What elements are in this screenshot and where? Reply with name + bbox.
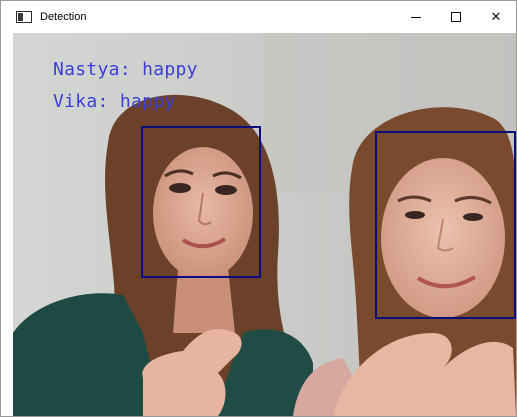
detection-window: Detection ✕ Nastya: happy Vika: happy: [0, 0, 517, 417]
face-bounding-box-right: [375, 131, 516, 319]
face-label-vika: Vika: happy: [53, 91, 176, 112]
close-button[interactable]: ✕: [476, 1, 516, 33]
title-bar[interactable]: Detection ✕: [1, 1, 516, 33]
minimize-icon: [411, 16, 421, 18]
app-window-icon: [16, 11, 32, 23]
camera-frame: Nastya: happy Vika: happy: [13, 33, 516, 416]
face-bounding-box-left: [141, 126, 261, 278]
window-title: Detection: [40, 11, 87, 23]
maximize-button[interactable]: [436, 1, 476, 33]
close-icon: ✕: [490, 9, 502, 25]
maximize-icon: [451, 12, 461, 22]
face-label-nastya: Nastya: happy: [53, 59, 198, 80]
window-controls: ✕: [396, 1, 516, 33]
minimize-button[interactable]: [396, 1, 436, 33]
